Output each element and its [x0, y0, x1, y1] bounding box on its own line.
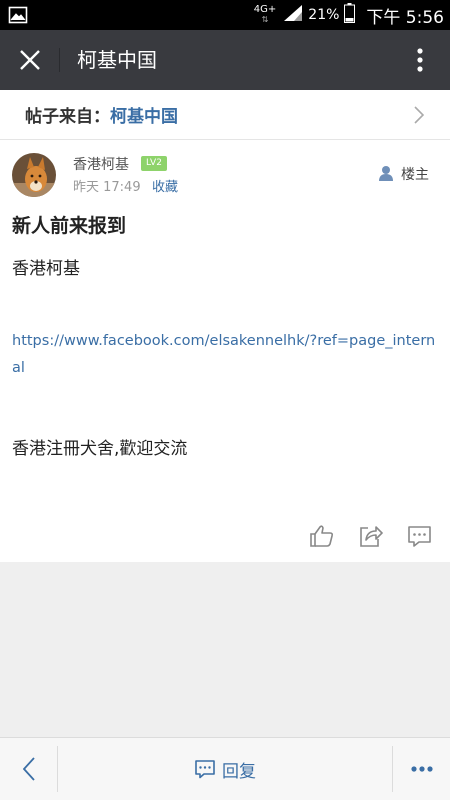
more-vertical-icon: [417, 48, 423, 72]
clock: 下午 5:56: [366, 7, 444, 28]
title-bar: 柯基中国: [0, 30, 450, 90]
post-link[interactable]: https://www.facebook.com/elsakennelhk/?r…: [12, 328, 438, 382]
share-button[interactable]: [358, 524, 384, 548]
battery-percent: 21%: [308, 7, 340, 23]
like-button[interactable]: [309, 524, 335, 548]
comment-button[interactable]: [407, 524, 433, 548]
source-forum-name: 柯基中国: [110, 107, 178, 127]
back-arrow-icon: [22, 757, 35, 781]
post-title: 新人前来报到: [12, 215, 127, 237]
network-indicator: 4G+ ⇅: [253, 4, 277, 25]
post-content: 帖子来自：柯基中国 香港柯基 LV2 昨天 17:49 收藏 楼主 新人前来报到…: [0, 90, 450, 562]
share-icon: [360, 526, 383, 547]
network-label: 4G+: [253, 4, 277, 15]
level-badge: LV2: [141, 156, 167, 171]
op-label: 楼主: [401, 167, 429, 183]
post-source-row[interactable]: 帖子来自：柯基中国: [0, 90, 450, 140]
like-icon: [310, 525, 334, 547]
more-options-button[interactable]: [400, 40, 440, 80]
page-title: 柯基中国: [77, 48, 157, 72]
gallery-icon: [8, 5, 28, 25]
chevron-right-icon: [414, 106, 424, 124]
comment-icon: [408, 526, 431, 547]
avatar[interactable]: [12, 153, 56, 197]
back-button[interactable]: [0, 738, 57, 800]
bottom-bar: 回复: [0, 737, 450, 800]
reply-icon: [195, 760, 215, 779]
post-body-line: 香港注冊犬舍,歡迎交流: [12, 439, 188, 459]
signal-icon: [283, 4, 303, 26]
battery-icon: [344, 3, 356, 27]
post-time: 昨天 17:49: [73, 180, 141, 195]
post-body-line: 香港柯基: [12, 259, 80, 279]
more-menu-button[interactable]: [393, 738, 450, 800]
close-button[interactable]: [10, 40, 50, 80]
reply-label: 回复: [222, 761, 256, 782]
source-label: 帖子来自：柯基中国: [25, 107, 178, 127]
user-icon: [379, 166, 393, 181]
title-divider: [59, 48, 60, 72]
close-icon: [20, 50, 40, 70]
more-horizontal-icon: [410, 766, 433, 772]
status-bar: 4G+ ⇅ 21% 下午 5:56: [0, 0, 450, 30]
author-name[interactable]: 香港柯基: [73, 154, 129, 174]
reply-button[interactable]: 回复: [58, 738, 392, 800]
favorite-link[interactable]: 收藏: [152, 176, 178, 195]
